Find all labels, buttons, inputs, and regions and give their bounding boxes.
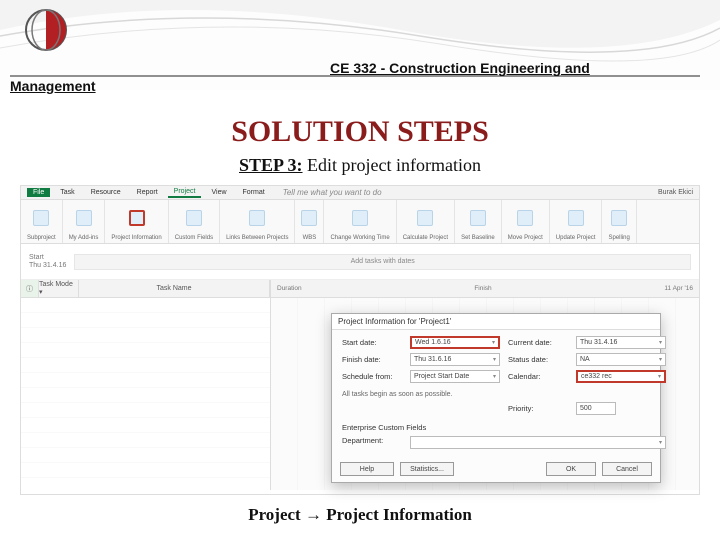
page-title: SOLUTION STEPS — [0, 115, 720, 149]
ribbon-calc[interactable]: Calculate Project — [397, 200, 455, 243]
footer-instruction: Project → Project Information — [0, 505, 720, 525]
course-label-line2: Management — [10, 78, 96, 94]
ribbon-addins[interactable]: My Add-ins — [63, 200, 106, 243]
ribbon-move[interactable]: Move Project — [502, 200, 550, 243]
ok-button[interactable]: OK — [546, 462, 596, 476]
tell-me[interactable]: Tell me what you want to do — [283, 188, 382, 197]
cancel-button[interactable]: Cancel — [602, 462, 652, 476]
project-info-dialog: Project Information for 'Project1' Start… — [331, 313, 661, 483]
start-date-label: Start date: — [342, 338, 402, 347]
col-name[interactable]: Task Name — [79, 280, 270, 297]
tab-view[interactable]: View — [205, 188, 232, 197]
grid-header: ⓘ Task Mode ▾ Task Name — [21, 280, 270, 298]
ribbon-update[interactable]: Update Project — [550, 200, 603, 243]
help-button[interactable]: Help — [340, 462, 394, 476]
col-info[interactable]: ⓘ — [21, 280, 39, 297]
step-title: STEP 3: Edit project information — [0, 155, 720, 176]
calendar-label: Calendar: — [508, 372, 568, 381]
ecf-heading: Enterprise Custom Fields — [342, 423, 666, 432]
ribbon-project-info[interactable]: Project Information — [105, 200, 168, 243]
gantt: Duration Finish 11 Apr '16 Project Infor… — [271, 280, 699, 490]
ribbon-baseline[interactable]: Set Baseline — [455, 200, 502, 243]
task-grid: ⓘ Task Mode ▾ Task Name — [21, 280, 271, 490]
timescale-date: 11 Apr '16 — [664, 285, 693, 292]
current-date-field[interactable]: Thu 31.4.16 — [576, 336, 666, 349]
department-label: Department: — [342, 436, 402, 449]
priority-label: Priority: — [508, 404, 533, 413]
grid-area: ⓘ Task Mode ▾ Task Name Duration Finish … — [21, 280, 699, 490]
gantt-header: Duration Finish 11 Apr '16 — [271, 280, 699, 298]
ribbon-tabs: File Task Resource Report Project View F… — [21, 186, 699, 200]
priority-field[interactable]: 500 — [576, 402, 616, 415]
col-finish: Finish — [474, 285, 491, 292]
msproject-window: File Task Resource Report Project View F… — [20, 185, 700, 495]
dialog-title: Project Information for 'Project1' — [332, 314, 660, 330]
finish-date-label: Finish date: — [342, 355, 402, 364]
statistics-button[interactable]: Statistics... — [400, 462, 454, 476]
step-label: STEP 3: — [239, 155, 303, 175]
header-decoration — [0, 0, 720, 90]
grid-rows[interactable] — [21, 298, 270, 490]
timeline: Start Thu 31.4.16 Add tasks with dates — [21, 244, 699, 280]
status-date-label: Status date: — [508, 355, 568, 364]
finish-date-field[interactable]: Thu 31.6.16 — [410, 353, 500, 366]
step-text: Edit project information — [307, 155, 481, 175]
col-duration: Duration — [277, 285, 302, 292]
ribbon-custom-fields[interactable]: Custom Fields — [169, 200, 220, 243]
col-mode[interactable]: Task Mode ▾ — [39, 280, 79, 297]
tab-file[interactable]: File — [27, 188, 50, 197]
ribbon-spelling[interactable]: Spelling — [602, 200, 636, 243]
timeline-bar[interactable]: Add tasks with dates — [74, 254, 691, 270]
calendar-field[interactable]: ce332 rec — [576, 370, 666, 383]
current-date-label: Current date: — [508, 338, 568, 347]
start-date-field[interactable]: Wed 1.6.16 — [410, 336, 500, 349]
dialog-note: All tasks begin as soon as possible. — [342, 391, 666, 398]
ribbon-subproject[interactable]: Subproject — [21, 200, 63, 243]
schedule-from-field[interactable]: Project Start Date — [410, 370, 500, 383]
header-swoosh — [0, 0, 720, 90]
tab-project[interactable]: Project — [168, 187, 202, 198]
course-label-line1: CE 332 - Construction Engineering and — [330, 60, 590, 76]
user-label[interactable]: Burak Ekici — [658, 189, 693, 196]
tab-task[interactable]: Task — [54, 188, 80, 197]
metu-logo — [24, 8, 68, 52]
ribbon-change-time[interactable]: Change Working Time — [324, 200, 396, 243]
ribbon: Subproject My Add-ins Project Informatio… — [21, 200, 699, 244]
tab-report[interactable]: Report — [131, 188, 164, 197]
schedule-from-label: Schedule from: — [342, 372, 402, 381]
timeline-start: Start Thu 31.4.16 — [29, 254, 66, 269]
ribbon-links[interactable]: Links Between Projects — [220, 200, 295, 243]
status-date-field[interactable]: NA — [576, 353, 666, 366]
ribbon-wbs[interactable]: WBS — [295, 200, 324, 243]
department-field[interactable] — [410, 436, 666, 449]
tab-format[interactable]: Format — [237, 188, 271, 197]
gantt-body[interactable]: Project Information for 'Project1' Start… — [271, 298, 699, 490]
tab-resource[interactable]: Resource — [85, 188, 127, 197]
